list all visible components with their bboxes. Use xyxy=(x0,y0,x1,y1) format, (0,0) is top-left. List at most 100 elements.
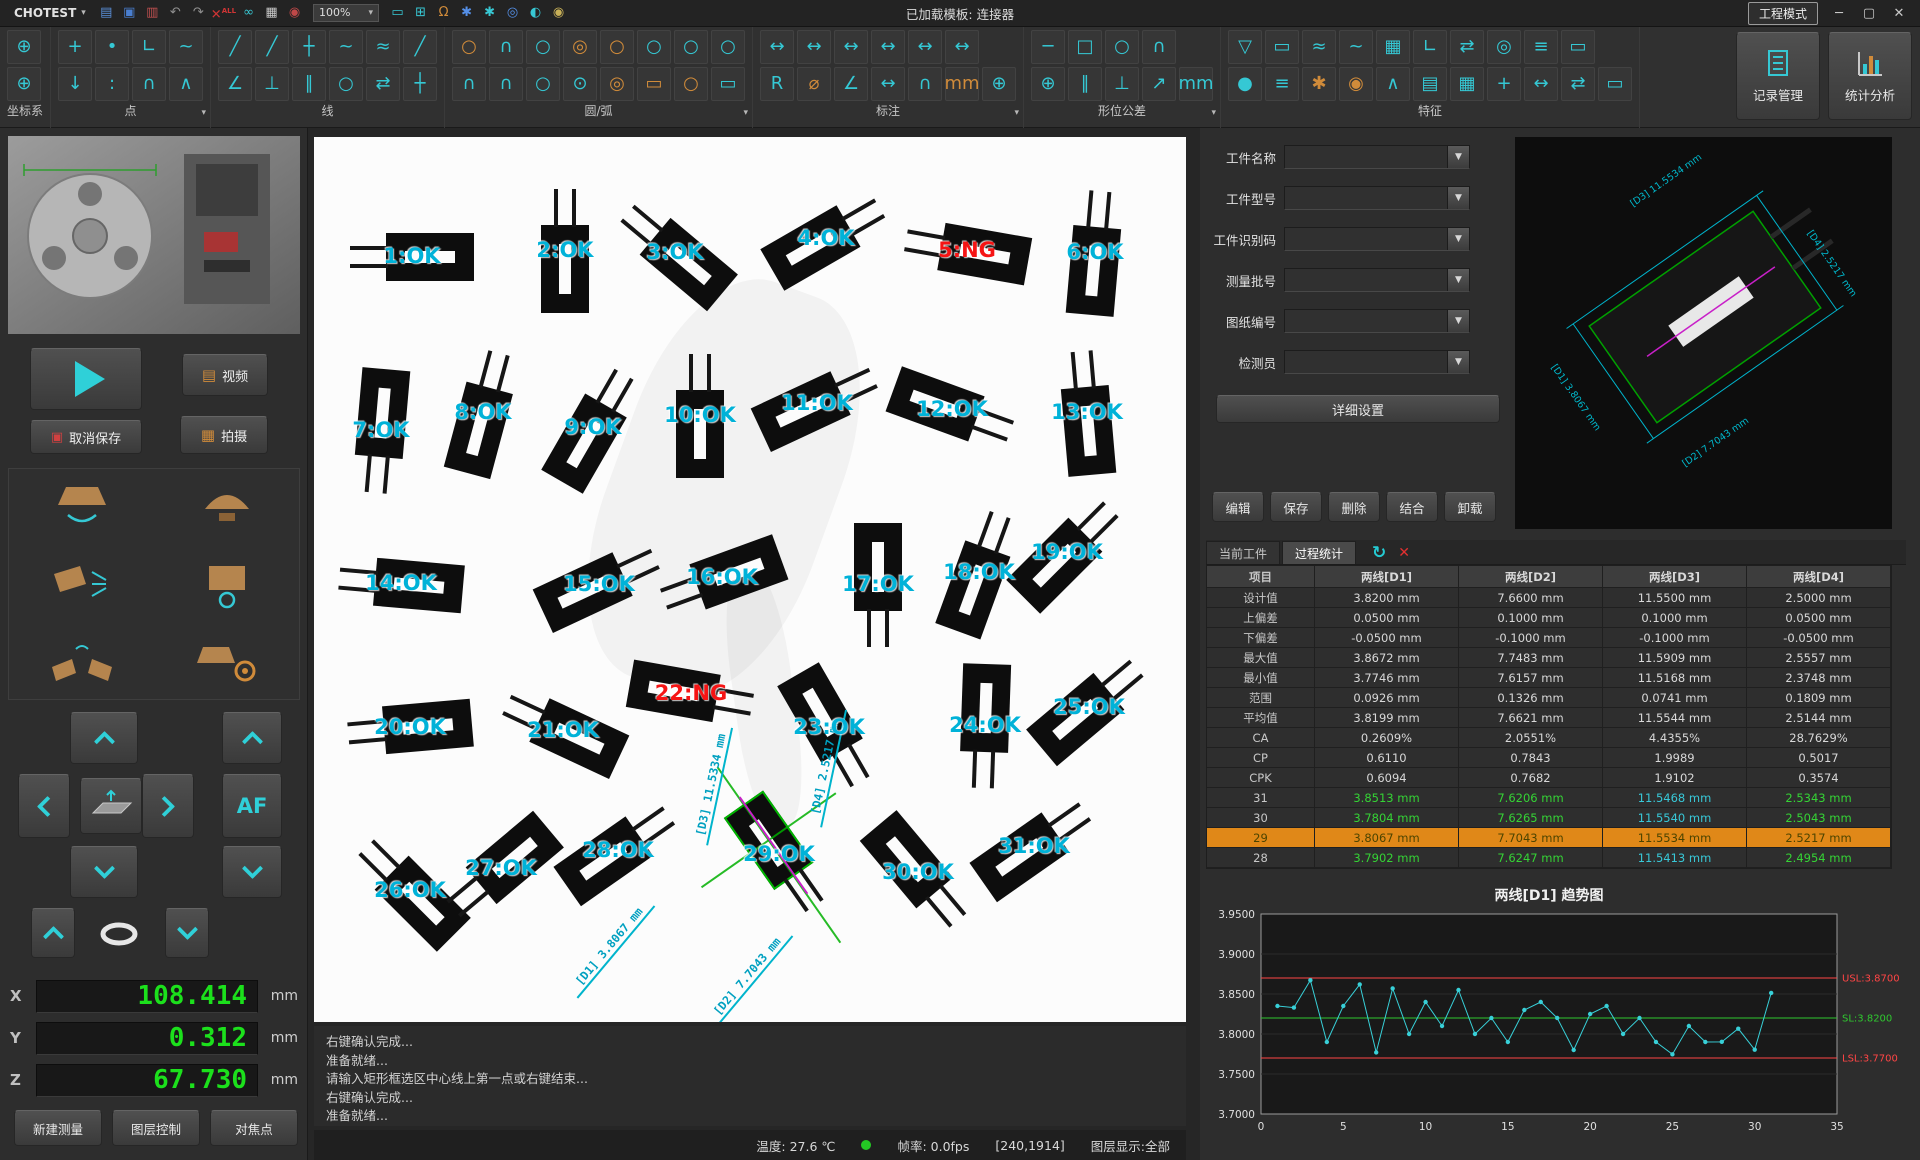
display-icon[interactable]: ▭ xyxy=(387,3,408,23)
tab-process-statistics[interactable]: 过程统计 xyxy=(1282,541,1356,564)
perpendicularity-tol-icon[interactable]: ⊥ xyxy=(1105,67,1139,101)
detail-settings-button[interactable]: 详细设置 xyxy=(1216,395,1500,423)
multi-point-circle-icon[interactable]: ○ xyxy=(526,30,560,64)
arc-point-icon[interactable]: ∩ xyxy=(132,67,166,101)
measurement-canvas[interactable]: 1:OK2:OK3:OK4:OK5:NG6:OK7:OK8:OK9:OK10:O… xyxy=(314,137,1186,1022)
dropdown-caret-icon[interactable]: ▼ xyxy=(1447,310,1469,332)
perpendicular-line-icon[interactable]: ⊥ xyxy=(255,67,289,101)
table-row[interactable]: 283.7902 mm7.6247 mm11.5413 mm2.4954 mm xyxy=(1207,848,1891,868)
export-feature-icon[interactable]: ⇄ xyxy=(1561,67,1595,101)
stage-right-button[interactable] xyxy=(142,774,194,838)
divide-point-icon[interactable]: : xyxy=(95,67,129,101)
concentric-circle-icon[interactable]: ◎ xyxy=(563,30,597,64)
fit-arc-icon[interactable]: ∩ xyxy=(452,67,486,101)
capsule-icon[interactable]: ▭ xyxy=(637,67,671,101)
layer-control-button[interactable]: 图层控制 xyxy=(112,1110,200,1146)
disc-feature-icon[interactable]: ◉ xyxy=(1339,67,1373,101)
straightness-tol-icon[interactable]: ─ xyxy=(1031,30,1065,64)
center-line-icon[interactable]: ┼ xyxy=(292,30,326,64)
stage-down-button[interactable] xyxy=(70,846,138,898)
focus-point-button[interactable]: 对焦点 xyxy=(210,1110,298,1146)
profile-tol-icon[interactable]: ∩ xyxy=(1142,30,1176,64)
unload-button[interactable]: 卸载 xyxy=(1444,492,1496,522)
layer-display-label[interactable]: 图层显示:全部 xyxy=(1091,1136,1170,1155)
two-point-line-icon[interactable]: ╱ xyxy=(218,30,252,64)
cross-feature-icon[interactable]: + xyxy=(1487,67,1521,101)
drawing-number-field-input[interactable]: ▼ xyxy=(1284,309,1470,333)
peaks-feature-icon[interactable]: ∧ xyxy=(1376,67,1410,101)
table-row[interactable]: 平均值3.8199 mm7.6621 mm11.5544 mm2.5144 mm xyxy=(1207,708,1891,728)
target-feature-icon[interactable]: ◎ xyxy=(1487,30,1521,64)
new-measure-button[interactable]: 新建测量 xyxy=(14,1110,102,1146)
z-down-button[interactable] xyxy=(222,846,282,898)
wave-point-icon[interactable]: ~ xyxy=(169,30,203,64)
statistics-analysis-button[interactable]: 统计分析 xyxy=(1828,32,1912,120)
runout-tol-icon[interactable]: ↗ xyxy=(1142,67,1176,101)
stage-align-icon[interactable]: ⊞ xyxy=(410,3,431,23)
offset-point-icon[interactable]: ↓ xyxy=(58,67,92,101)
system-settings-icon[interactable]: ✱ xyxy=(479,3,500,23)
snapshot-icon[interactable]: ◉ xyxy=(548,3,569,23)
fit-circle-icon[interactable]: ○ xyxy=(526,67,560,101)
z-up-button[interactable] xyxy=(222,712,282,764)
workpiece-model-field-input[interactable]: ▼ xyxy=(1284,186,1470,210)
plane-coordinate-icon[interactable]: ⊕ xyxy=(7,30,41,64)
width-dim-icon[interactable]: ↔ xyxy=(871,30,905,64)
ring-icon[interactable]: ◎ xyxy=(600,67,634,101)
save-button[interactable]: 保存 xyxy=(1270,492,1322,522)
rect-feature-icon[interactable]: ▭ xyxy=(1265,30,1299,64)
table-row[interactable]: 最大值3.8672 mm7.7483 mm11.5909 mm2.5557 mm xyxy=(1207,648,1891,668)
probe-feature-icon[interactable]: ▽ xyxy=(1228,30,1262,64)
low-angle-light-icon[interactable] xyxy=(9,622,154,699)
gear-circle-icon[interactable]: ○ xyxy=(600,30,634,64)
measure-feature-icon[interactable]: ▭ xyxy=(1598,67,1632,101)
edit-button[interactable]: 编辑 xyxy=(1212,492,1264,522)
aligned-dim-icon[interactable]: ↔ xyxy=(834,30,868,64)
wave-feature-icon[interactable]: ~ xyxy=(1339,30,1373,64)
capture-tool-icon[interactable]: ◉ xyxy=(284,3,305,23)
gear-feature-icon[interactable]: ✱ xyxy=(1302,67,1336,101)
radius-dim-icon[interactable]: R xyxy=(760,67,794,101)
group-dropdown-icon[interactable]: ▾ xyxy=(1211,106,1216,120)
clear-results-icon[interactable]: ✕ xyxy=(1398,545,1410,561)
ellipse-icon[interactable]: ○ xyxy=(674,67,708,101)
message-log[interactable]: 右键确认完成...准备就绪...请输入矩形框选区中心线上第一点或右键结束...右… xyxy=(314,1026,1186,1126)
scan-line-icon[interactable]: ≈ xyxy=(366,30,400,64)
circle-icon[interactable]: ○ xyxy=(452,30,486,64)
light-settings-icon[interactable] xyxy=(154,622,299,699)
table-row[interactable]: CP0.61100.78431.99890.5017 xyxy=(1207,748,1891,768)
mirror-line-icon[interactable]: ⇄ xyxy=(366,67,400,101)
symmetry-tol-icon[interactable]: mm xyxy=(1179,67,1213,101)
fine-down-button[interactable] xyxy=(165,908,209,958)
table-row[interactable]: 范围0.0926 mm0.1326 mm0.0741 mm0.1809 mm xyxy=(1207,688,1891,708)
tangent-circle-icon[interactable]: ○ xyxy=(637,30,671,64)
minimize-button[interactable]: ─ xyxy=(1830,6,1848,21)
grid-snap-icon[interactable]: ▦ xyxy=(261,3,282,23)
scan-arc-icon[interactable]: ∩ xyxy=(489,67,523,101)
coordinate-dim-icon[interactable]: ⊕ xyxy=(982,67,1016,101)
dropdown-caret-icon[interactable]: ▼ xyxy=(1447,351,1469,373)
flatness-tol-icon[interactable]: □ xyxy=(1068,30,1102,64)
slot-icon[interactable]: ▭ xyxy=(711,67,745,101)
stage-move-button[interactable] xyxy=(80,778,142,834)
workpiece-id-field-input[interactable]: ▼ xyxy=(1284,227,1470,251)
edge-point-icon[interactable]: ∟ xyxy=(132,30,166,64)
capsule-feature-icon[interactable]: ▭ xyxy=(1561,30,1595,64)
new-file-icon[interactable]: ▤ xyxy=(96,3,117,23)
tangent-line-icon[interactable]: ○ xyxy=(329,67,363,101)
table-row[interactable]: 上偏差0.0500 mm0.1000 mm0.1000 mm0.0500 mm xyxy=(1207,608,1891,628)
transfer-feature-icon[interactable]: ⇄ xyxy=(1450,30,1484,64)
mm-unit-icon[interactable]: mm xyxy=(945,67,979,101)
angle-bisector-line-icon[interactable]: ∠ xyxy=(218,67,252,101)
dropdown-caret-icon[interactable]: ▼ xyxy=(1447,187,1469,209)
table-row[interactable]: 303.7804 mm7.6265 mm11.5540 mm2.5043 mm xyxy=(1207,808,1891,828)
inscribed-circle-icon[interactable]: ⊙ xyxy=(563,67,597,101)
horizontal-dim-icon[interactable]: ↔ xyxy=(760,30,794,64)
table-row[interactable]: 设计值3.8200 mm7.6600 mm11.5500 mm2.5000 mm xyxy=(1207,588,1891,608)
height-dim-icon[interactable]: ↔ xyxy=(908,30,942,64)
save-icon[interactable]: ▣ xyxy=(119,3,140,23)
array-feature-icon[interactable]: ▦ xyxy=(1450,67,1484,101)
position-tol-icon[interactable]: ⊕ xyxy=(1031,67,1065,101)
inspector-field-input[interactable]: ▼ xyxy=(1284,350,1470,374)
dropdown-caret-icon[interactable]: ▼ xyxy=(1447,146,1469,168)
